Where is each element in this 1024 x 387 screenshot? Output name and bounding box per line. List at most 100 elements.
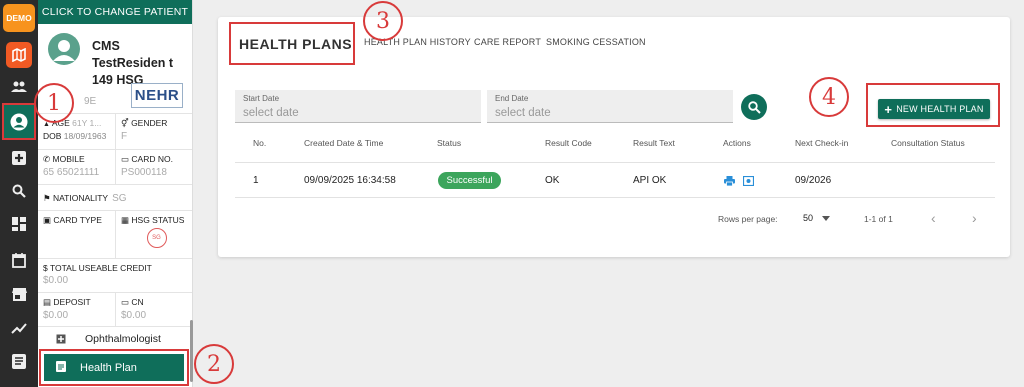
hospital-icon: ▦ [121,215,130,225]
avatar [48,33,80,65]
credit-value: $0.00 [43,275,69,286]
hsg-status-cell: ▦ HSG STATUS SG [115,211,192,258]
gender-label: GENDER [131,118,168,128]
hsg-seal-icon: SG [146,228,167,248]
search-button[interactable] [741,94,767,120]
cn-value: $0.00 [121,310,147,321]
search-icon[interactable] [4,176,34,206]
col-header-created[interactable]: Created Date & Time [304,138,383,148]
nationality-cell: ⚑ NATIONALITY SG [38,185,192,210]
deposit-value: $0.00 [43,310,69,321]
prev-page-icon[interactable]: ‹ [931,210,936,226]
tab-care-report[interactable]: CARE REPORT [474,37,541,47]
card-type-cell: ▣ CARD TYPE [38,211,115,258]
col-header-result-text[interactable]: Result Text [633,138,675,148]
start-date-label: Start Date [243,94,280,103]
dob-label: DOB [43,131,62,141]
gender-cell: ⚥ GENDER F [115,114,192,149]
col-header-status[interactable]: Status [437,138,461,148]
cell-created: 09/09/2025 16:34:58 [304,175,396,186]
col-header-result-code[interactable]: Result Code [545,138,592,148]
header-divider [235,162,995,163]
age-value: 61Y 1... [72,118,102,128]
pagination-range: 1-1 of 1 [864,214,893,224]
demo-badge[interactable]: DEMO [3,4,35,32]
health-plans-card: HEALTH PLANS HEALTH PLAN HISTORY CARE RE… [218,17,1010,257]
phone-icon: ✆ [43,154,51,164]
deposit-icon: ▤ [43,297,52,307]
dashboard-icon[interactable] [4,209,34,239]
patient-id-partial: 9E [84,96,97,107]
menu-item-label: Health Plan [80,361,137,374]
map-icon[interactable] [6,42,32,68]
document-icon[interactable] [4,346,34,376]
patient-name: CMS TestResiden t 149 HSG [92,39,174,87]
view-icon[interactable] [743,175,754,186]
mobile-label: MOBILE [52,154,85,164]
person-icon[interactable] [2,103,36,140]
trend-icon[interactable] [4,313,34,343]
deposit-cell: ▤ DEPOSIT $0.00 [38,293,115,326]
change-patient-button[interactable]: CLICK TO CHANGE PATIENT [38,0,192,24]
cell-result-text: API OK [633,175,667,186]
new-plan-highlight: + NEW HEALTH PLAN [866,83,1000,127]
menu-item-label: Ophthalmologist [85,333,161,345]
card-cell: ▭ CARD NO. PS000118 [115,150,192,184]
print-icon[interactable] [724,175,735,186]
step-4-marker: 4 [809,77,849,117]
clipboard-icon [56,360,66,375]
gender-icon: ⚥ [121,118,129,128]
step-3-marker: 3 [363,1,403,41]
store-icon[interactable] [4,279,34,309]
next-page-icon[interactable]: › [972,210,977,226]
nationality-value: SG [112,192,127,204]
row-divider [235,197,995,198]
users-icon[interactable] [4,72,34,102]
cn-label: CN [131,297,144,307]
id-card-icon: ▣ [43,215,52,225]
mobile-cell: ✆ MOBILE 65 65021111 [38,150,115,184]
cn-cell: ▭ CN $0.00 [115,293,192,326]
mobile-value: 65 65021111 [43,167,100,178]
step-2-marker: 2 [194,344,234,384]
plus-icon: + [884,101,893,117]
rows-per-page-select[interactable]: 50 [803,209,837,227]
sidebar-scrollbar[interactable] [190,320,193,382]
hsg-status-label: HSG STATUS [131,215,185,225]
patient-info-grid: ▲ AGE 61Y 1... DOB 18/09/1963 ⚥ GENDER F… [38,113,192,327]
col-header-actions[interactable]: Actions [723,138,751,148]
plus-box-icon [55,333,67,345]
card-icon: ▭ [121,154,130,164]
card-type-label: CARD TYPE [53,215,102,225]
new-health-plan-button[interactable]: + NEW HEALTH PLAN [878,99,990,119]
end-date-input[interactable] [495,107,725,119]
patient-sidebar: CLICK TO CHANGE PATIENT CMS TestResiden … [38,0,193,387]
cell-next-checkin: 09/2026 [795,175,832,186]
search-icon [747,100,761,114]
tab-smoking-cessation[interactable]: SMOKING CESSATION [546,37,646,47]
calendar-icon[interactable] [4,245,34,275]
menu-item-health-plan[interactable]: Health Plan [44,354,184,381]
end-date-field[interactable]: End Date [487,90,733,123]
col-header-consultation[interactable]: Consultation Status [891,138,965,148]
col-header-no[interactable]: No. [253,138,266,148]
flag-icon: ⚑ [43,192,51,203]
health-plan-highlight: Health Plan [39,349,189,386]
start-date-field[interactable]: Start Date [235,90,481,123]
card-label: CARD NO. [131,154,173,164]
gender-value: F [121,131,128,142]
start-date-input[interactable] [243,107,473,119]
end-date-label: End Date [495,94,529,103]
nehr-button[interactable]: NEHR [131,83,183,108]
cell-no: 1 [253,175,259,186]
col-header-next-checkin[interactable]: Next Check-in [795,138,848,148]
cn-icon: ▭ [121,297,130,307]
rows-per-page-label: Rows per page: [718,214,778,224]
plus-icon[interactable] [4,143,34,173]
status-badge: Successful [438,172,501,189]
nationality-label: NATIONALITY [53,192,109,203]
menu-item-ophthalmologist[interactable]: Ophthalmologist [43,328,185,350]
chevron-down-icon [822,215,831,221]
tab-health-plans[interactable]: HEALTH PLANS [229,22,355,65]
step-1-marker: 1 [34,83,74,123]
